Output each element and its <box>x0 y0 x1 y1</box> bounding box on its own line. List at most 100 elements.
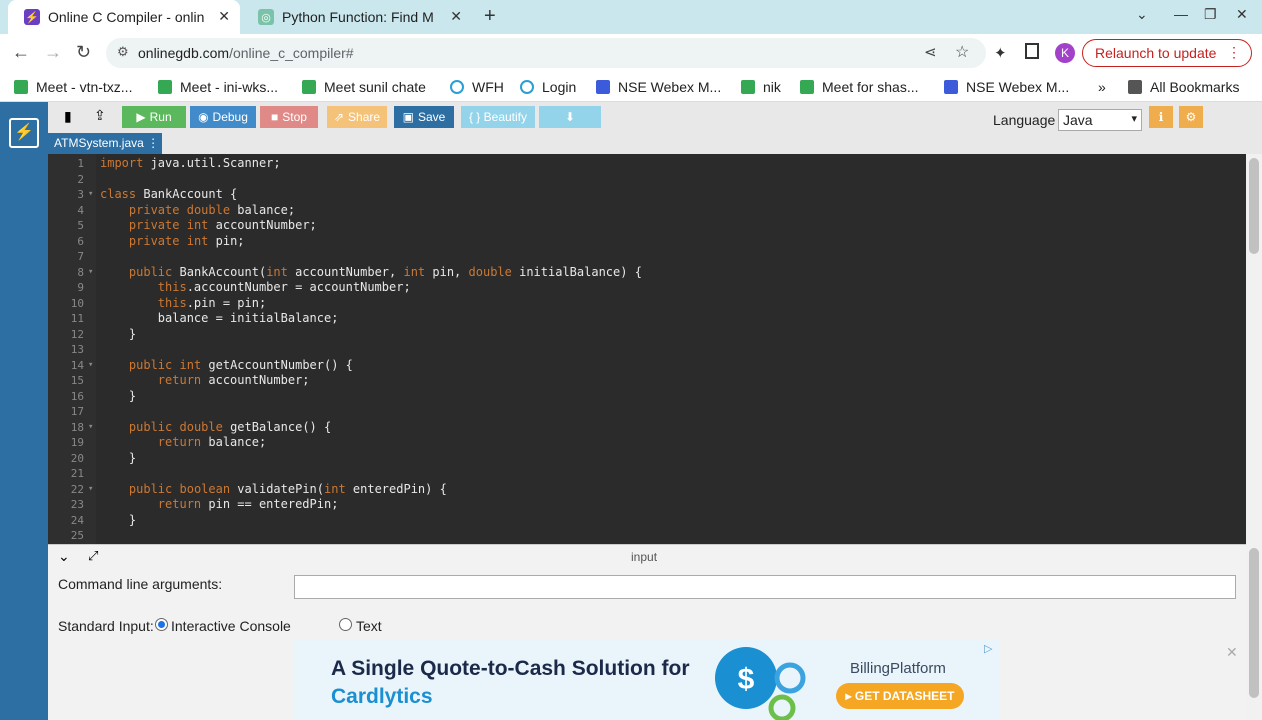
interactive-console-label: Interactive Console <box>171 618 291 634</box>
meet-icon <box>741 80 755 94</box>
language-label: Language <box>993 112 1056 128</box>
beautify-label: { } Beautify <box>468 110 528 124</box>
close-window-icon[interactable]: ✕ <box>1236 6 1248 23</box>
line-number: 10 <box>70 296 84 310</box>
extensions-puzzle-icon[interactable]: ✦ <box>994 44 1007 62</box>
fold-arrow-icon[interactable]: ▾ <box>88 187 93 203</box>
bookmark-star-icon[interactable]: ☆ <box>955 42 969 62</box>
reload-icon[interactable]: ↻ <box>76 42 91 63</box>
file-menu-icon[interactable]: ⋮ <box>147 136 159 150</box>
close-ad-icon[interactable]: ✕ <box>1226 644 1238 661</box>
cmd-args-input[interactable] <box>294 575 1236 599</box>
code-line: 10 this.pin = pin; <box>48 296 1238 312</box>
site-info-icon[interactable]: ⚙ <box>117 44 129 60</box>
get-datasheet-button[interactable]: ▸ GET DATASHEET <box>836 683 964 709</box>
onlinegdb-favicon-icon: ⚡ <box>24 9 40 25</box>
tab-search-icon[interactable]: ⌄ <box>1136 6 1148 23</box>
file-tabs: ATMSystem.java ⋮ <box>48 132 1262 154</box>
minimize-icon[interactable]: — <box>1174 6 1188 22</box>
beautify-button[interactable]: { } Beautify <box>461 106 535 128</box>
tab-title: Python Function: Find M <box>282 9 434 25</box>
input-panel-scrollbar[interactable] <box>1246 544 1262 720</box>
scrollbar-thumb[interactable] <box>1249 158 1259 254</box>
tab-online-compiler[interactable]: ⚡ Online C Compiler - onlin ✕ <box>8 0 240 34</box>
code-line: 4 private double balance; <box>48 203 1238 219</box>
side-panel-icon[interactable] <box>1025 43 1039 59</box>
code-editor[interactable]: 1 import java.util.Scanner; 2 3 ▾ class BankA… <box>48 154 1246 544</box>
fold-arrow-icon[interactable]: ▾ <box>88 482 93 498</box>
cmd-args-label: Command line arguments: <box>58 576 223 592</box>
new-file-icon[interactable]: ▮ <box>64 108 72 125</box>
language-select[interactable]: Java ▾ <box>1058 109 1142 131</box>
fold-arrow-icon[interactable]: ▾ <box>88 265 93 281</box>
meet-icon <box>158 80 172 94</box>
code-text: } <box>100 326 137 341</box>
stop-button[interactable]: ■ Stop <box>260 106 318 128</box>
line-number: 9 <box>77 281 84 294</box>
info-icon: ℹ <box>1158 110 1164 124</box>
menu-bolt-icon[interactable]: ⚡ <box>9 118 39 148</box>
bookmark-item[interactable]: NSE Webex M... <box>596 79 721 95</box>
expand-icon[interactable]: ⤢ <box>88 548 98 564</box>
new-tab-button[interactable]: + <box>484 5 496 28</box>
collapse-chevron-icon[interactable]: ⌄ <box>58 548 70 565</box>
code-text: this.accountNumber = accountNumber; <box>157 280 411 294</box>
relaunch-button[interactable]: Relaunch to update ⋮ <box>1082 39 1252 67</box>
code-text: public BankAccount(int accountNumber, in… <box>128 264 642 279</box>
bookmark-item[interactable]: NSE Webex M... <box>944 79 1069 95</box>
code-line: 5 private int accountNumber; <box>48 218 1238 234</box>
debug-button[interactable]: ◉ Debug <box>190 106 256 128</box>
dollar-gears-icon: $ <box>715 647 806 720</box>
share-button[interactable]: ⇗ Share <box>327 106 387 128</box>
bookmark-item[interactable]: WFH <box>450 79 504 95</box>
bookmark-item[interactable]: nik <box>741 79 781 95</box>
line-number: 6 <box>77 234 84 248</box>
bookmark-item[interactable]: Login <box>520 79 576 95</box>
code-text: public boolean validatePin(int enteredPi… <box>128 481 447 496</box>
forward-arrow-icon[interactable]: → <box>44 42 62 63</box>
ide-toolbar: ▮ ⇪ ▶ Run ◉ Debug ■ Stop ⇗ Share ▣ Save { } B… <box>48 102 1262 132</box>
fold-arrow-icon[interactable]: ▾ <box>88 420 93 436</box>
line-number: 13 <box>70 343 84 356</box>
advertisement-banner[interactable]: A Single Quote-to-Cash Solution for Card… <box>294 640 1000 720</box>
tab-python-function[interactable]: ◎ Python Function: Find M ✕ <box>242 0 472 34</box>
text-radio[interactable] <box>339 618 352 631</box>
close-tab-icon[interactable]: ✕ <box>450 8 462 25</box>
interactive-console-radio[interactable] <box>155 618 168 631</box>
share-label: Share <box>348 110 381 124</box>
bookmarks-overflow-button[interactable]: » <box>1098 79 1106 95</box>
relaunch-label: Relaunch to update <box>1095 45 1217 61</box>
all-bookmarks-folder[interactable]: All Bookmarks <box>1128 79 1239 95</box>
code-text: private int pin; <box>128 233 245 248</box>
avatar[interactable]: K <box>1055 43 1075 63</box>
info-button[interactable]: ℹ <box>1149 106 1173 128</box>
save-button[interactable]: ▣ Save <box>394 106 454 128</box>
file-tab-atmsystem[interactable]: ATMSystem.java ⋮ <box>48 133 162 154</box>
webex-icon <box>944 80 958 94</box>
bookmark-item[interactable]: Meet - vtn-txz... <box>14 79 132 95</box>
chatgpt-favicon-icon: ◎ <box>258 9 274 25</box>
ad-choices-icon[interactable]: ▷ <box>984 642 992 655</box>
scrollbar-thumb[interactable] <box>1249 548 1259 698</box>
upload-icon[interactable]: ⇪ <box>94 107 106 124</box>
download-icon: ⬇ <box>564 110 576 124</box>
share-icon[interactable]: ⋖ <box>924 43 937 61</box>
fold-arrow-icon[interactable]: ▾ <box>88 358 93 374</box>
bookmark-item[interactable]: Meet sunil chate <box>302 79 426 95</box>
bookmarks-bar: Meet - vtn-txz... Meet - ini-wks... Meet… <box>0 72 1262 102</box>
code-text: public double getBalance() { <box>128 419 332 434</box>
debug-label: Debug <box>212 110 248 124</box>
back-arrow-icon[interactable]: ← <box>12 42 30 63</box>
share-icon: ⇗ <box>333 110 345 124</box>
settings-button[interactable]: ⚙ <box>1179 106 1203 128</box>
editor-scrollbar[interactable] <box>1246 154 1262 544</box>
bookmark-item[interactable]: Meet for shas... <box>800 79 918 95</box>
close-tab-icon[interactable]: ✕ <box>218 8 230 25</box>
restore-icon[interactable]: ❐ <box>1204 6 1217 23</box>
run-button[interactable]: ▶ Run <box>122 106 186 128</box>
play-icon: ▶ <box>136 110 146 124</box>
bookmark-item[interactable]: Meet - ini-wks... <box>158 79 278 95</box>
download-button[interactable]: ⬇ <box>539 106 601 128</box>
address-bar[interactable]: ⚙ onlinegdb.com/online_c_compiler# ⋖ ☆ <box>106 38 986 68</box>
browser-tab-strip: ⚡ Online C Compiler - onlin ✕ ◎ Python F… <box>0 0 1262 34</box>
